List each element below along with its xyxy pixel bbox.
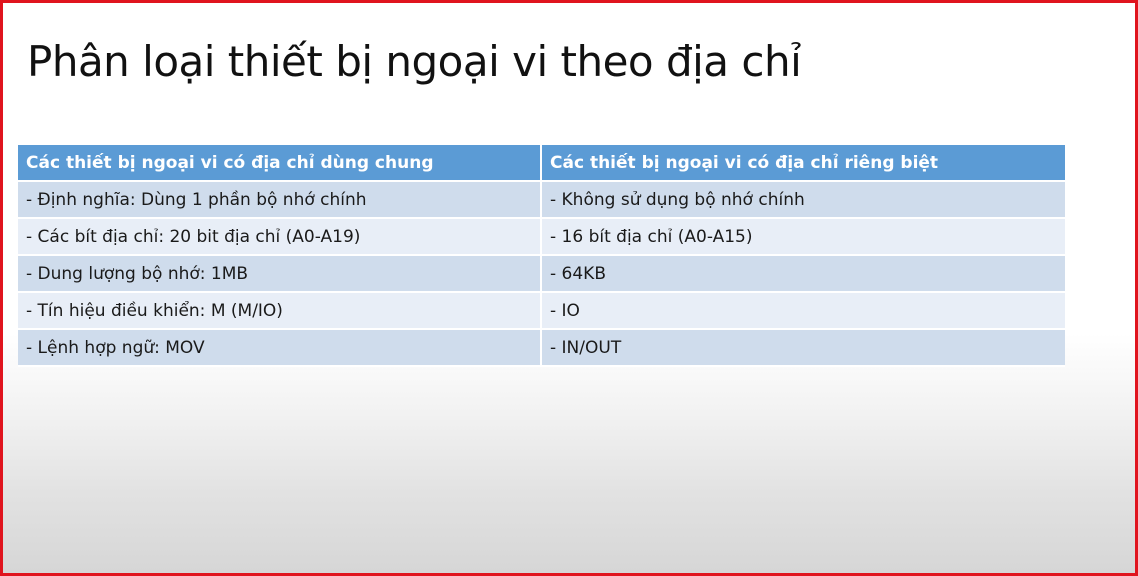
table-header: Các thiết bị ngoại vi có địa chỉ dùng ch… bbox=[18, 145, 1065, 182]
comparison-table: Các thiết bị ngoại vi có địa chỉ dùng ch… bbox=[18, 145, 1065, 367]
cell-separate-definition: - Không sử dụng bộ nhớ chính bbox=[540, 181, 1065, 219]
cell-shared-control-signal: - Tín hiệu điều khiển: M (M/IO) bbox=[18, 292, 541, 330]
table-body: - Định nghĩa: Dùng 1 phần bộ nhớ chính -… bbox=[18, 181, 1065, 367]
cell-shared-capacity: - Dung lượng bộ nhớ: 1MB bbox=[18, 255, 541, 293]
header-separate-address: Các thiết bị ngoại vi có địa chỉ riêng b… bbox=[540, 145, 1065, 182]
cell-shared-assembly-instruction: - Lệnh hợp ngữ: MOV bbox=[18, 329, 541, 367]
slide-title: Phân loại thiết bị ngoại vi theo địa chỉ bbox=[27, 37, 802, 86]
table-row: - Các bít địa chỉ: 20 bit địa chỉ (A0-A1… bbox=[18, 218, 1065, 256]
cell-separate-assembly-instruction: - IN/OUT bbox=[540, 329, 1065, 367]
table-row: - Định nghĩa: Dùng 1 phần bộ nhớ chính -… bbox=[18, 181, 1065, 219]
cell-shared-address-bits: - Các bít địa chỉ: 20 bit địa chỉ (A0-A1… bbox=[18, 218, 541, 256]
table-header-row: Các thiết bị ngoại vi có địa chỉ dùng ch… bbox=[18, 145, 1065, 182]
header-shared-address: Các thiết bị ngoại vi có địa chỉ dùng ch… bbox=[18, 145, 541, 182]
cell-separate-control-signal: - IO bbox=[540, 292, 1065, 330]
table-row: - Lệnh hợp ngữ: MOV - IN/OUT bbox=[18, 329, 1065, 367]
presentation-slide: Phân loại thiết bị ngoại vi theo địa chỉ… bbox=[0, 0, 1138, 576]
cell-separate-address-bits: - 16 bít địa chỉ (A0-A15) bbox=[540, 218, 1065, 256]
table-row: - Dung lượng bộ nhớ: 1MB - 64KB bbox=[18, 255, 1065, 293]
cell-separate-capacity: - 64KB bbox=[540, 255, 1065, 293]
cell-shared-definition: - Định nghĩa: Dùng 1 phần bộ nhớ chính bbox=[18, 181, 541, 219]
table-row: - Tín hiệu điều khiển: M (M/IO) - IO bbox=[18, 292, 1065, 330]
